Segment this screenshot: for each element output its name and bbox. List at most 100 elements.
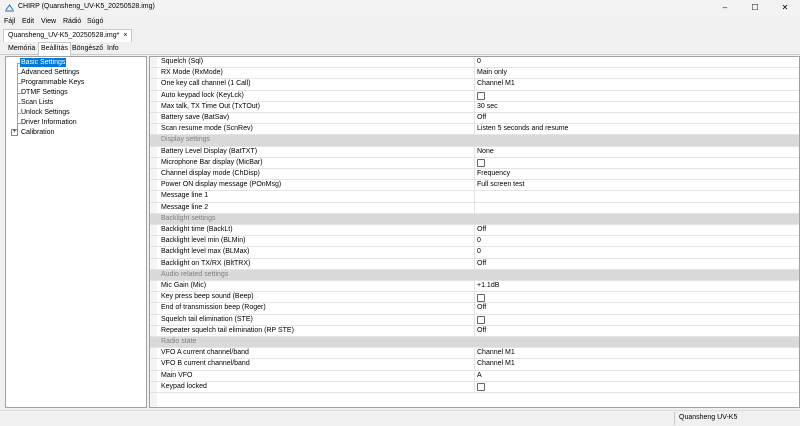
column-divider	[474, 258, 475, 269]
setting-row[interactable]: End of transmission beep (Roger) Off	[150, 303, 799, 315]
setting-row[interactable]: Battery save (BatSav) Off	[150, 113, 799, 125]
section-title: Display settings	[161, 136, 211, 144]
setting-row[interactable]: Auto keypad lock (KeyLck)	[150, 90, 799, 102]
setting-label: Microphone Bar display (MicBar)	[161, 158, 263, 166]
setting-value[interactable]: Off	[477, 326, 486, 336]
column-divider	[474, 79, 475, 90]
file-tab[interactable]: Quansheng_UV-K5_20250528.img* ×	[3, 29, 133, 42]
setting-value[interactable]: Full screen test	[477, 180, 524, 190]
setting-label: Repeater squelch tail elimination (RP ST…	[161, 326, 294, 334]
tab-settings[interactable]: Beállítás	[38, 42, 71, 56]
setting-row[interactable]: Keypad locked	[150, 381, 799, 393]
setting-row[interactable]: Squelch (Sql) 0	[150, 57, 799, 69]
tab-memory[interactable]: Memória	[6, 43, 37, 54]
tree-item-programmable-keys[interactable]: Programmable Keys	[21, 78, 84, 87]
title-bar: CHIRP (Quansheng_UV-K5_20250528.img) – ☐…	[0, 0, 800, 16]
column-divider	[474, 359, 475, 370]
setting-value[interactable]: Channel M1	[477, 348, 515, 358]
section-title: Audio related settings	[161, 270, 229, 278]
setting-label: Squelch (Sql)	[161, 58, 204, 65]
setting-row[interactable]: Message line 2	[150, 202, 799, 214]
menu-bar: Fájl Edit View Rádió Súgó	[0, 16, 800, 28]
setting-value[interactable]: 30 sec	[477, 102, 498, 112]
setting-label: Battery save (BatSav)	[161, 114, 230, 121]
tree-item-dtmf-settings[interactable]: DTMF Settings	[21, 88, 68, 97]
column-divider	[474, 348, 475, 359]
setting-value[interactable]: Listen 5 seconds and resume	[477, 124, 568, 134]
setting-checkbox[interactable]	[477, 92, 485, 101]
tree-item-unlock-settings[interactable]: Unlock Settings	[21, 108, 70, 117]
setting-value[interactable]: 0	[477, 247, 481, 257]
menu-radio[interactable]: Rádió	[63, 18, 81, 25]
setting-checkbox[interactable]	[477, 293, 485, 302]
close-button[interactable]: ✕	[770, 0, 800, 16]
setting-checkbox[interactable]	[477, 316, 485, 325]
setting-row[interactable]: Scan resume mode (ScnRev) Listen 5 second…	[150, 124, 799, 136]
tree-item-calibration[interactable]: Calibration	[21, 128, 54, 137]
setting-row[interactable]: Mic Gain (Mic) +1.1dB	[150, 281, 799, 293]
section-title: Radio state	[161, 338, 197, 345]
menu-file[interactable]: Fájl	[4, 18, 15, 25]
setting-value[interactable]: Frequency	[477, 169, 510, 179]
setting-value[interactable]: Main only	[477, 68, 507, 78]
setting-value[interactable]: 0	[477, 236, 481, 246]
setting-row[interactable]: VFO A current channel/band Channel M1	[150, 348, 799, 360]
setting-checkbox[interactable]	[477, 383, 485, 392]
setting-row[interactable]: One key call channel (1 Call) Channel M1	[150, 79, 799, 91]
tree-item-scan-lists[interactable]: Scan Lists	[21, 98, 53, 107]
tree-item-advanced-settings[interactable]: Advanced Settings	[21, 68, 79, 77]
settings-tabs: Memória Beállítás Böngésző Info	[0, 42, 800, 56]
tab-info[interactable]: Info	[105, 43, 121, 54]
setting-label: Backlight level min (BLMin)	[161, 237, 246, 245]
setting-row[interactable]: VFO B current channel/band Channel M1	[150, 359, 799, 371]
column-divider	[474, 113, 475, 124]
setting-value[interactable]: Channel M1	[477, 359, 515, 369]
setting-value[interactable]: Off	[477, 113, 486, 123]
expand-plus-icon[interactable]: +	[11, 129, 18, 136]
setting-row[interactable]: Power ON display message (POnMsg) Full sc…	[150, 180, 799, 192]
column-divider	[474, 180, 475, 191]
setting-value[interactable]: +1.1dB	[477, 281, 499, 291]
setting-value[interactable]: Off	[477, 259, 486, 269]
menu-help[interactable]: Súgó	[87, 18, 103, 25]
setting-row[interactable]: Backlight level min (BLMin) 0	[150, 236, 799, 248]
setting-label: VFO A current channel/band	[161, 349, 249, 357]
close-tab-icon[interactable]: ×	[123, 32, 127, 39]
setting-value[interactable]: A	[477, 371, 482, 381]
setting-row[interactable]: Microphone Bar display (MicBar)	[150, 157, 799, 169]
column-divider	[474, 157, 475, 168]
setting-label: Keypad locked	[161, 382, 207, 390]
setting-row[interactable]: Main VFO A	[150, 370, 799, 382]
setting-row[interactable]: Repeater squelch tail elimination (RP ST…	[150, 325, 799, 337]
menu-edit[interactable]: Edit	[22, 18, 34, 25]
tree-item-basic-settings[interactable]: Basic Settings	[20, 58, 67, 67]
setting-row[interactable]: Squelch tail elimination (STE)	[150, 314, 799, 326]
maximize-button[interactable]: ☐	[740, 0, 770, 16]
setting-row[interactable]: Battery Level Display (BatTXT) None	[150, 146, 799, 158]
tree-item-driver-information[interactable]: Driver Information	[21, 118, 77, 127]
setting-row[interactable]: Message line 1	[150, 191, 799, 203]
setting-row[interactable]: RX Mode (RxMode) Main only	[150, 68, 799, 80]
setting-value[interactable]: Off	[477, 225, 486, 235]
setting-row[interactable]: Max talk, TX Time Out (TxTOut) 30 sec	[150, 101, 799, 113]
setting-row[interactable]: Backlight on TX/RX (BltTRX) Off	[150, 258, 799, 270]
menu-view[interactable]: View	[41, 18, 56, 25]
tab-browser[interactable]: Böngésző	[70, 43, 105, 54]
setting-checkbox[interactable]	[477, 159, 485, 168]
setting-row[interactable]: Backlight time (BackLt) Off	[150, 225, 799, 237]
settings-tree: Basic Settings Advanced Settings Program…	[5, 56, 147, 408]
setting-label: Key press beep sound (Beep)	[161, 293, 254, 301]
setting-row[interactable]: Key press beep sound (Beep)	[150, 292, 799, 304]
column-divider	[474, 101, 475, 112]
setting-value[interactable]: 0	[477, 57, 481, 67]
column-divider	[474, 202, 475, 213]
setting-row[interactable]: Channel display mode (ChDisp) Frequency	[150, 169, 799, 181]
column-divider	[474, 303, 475, 314]
setting-label: VFO B current channel/band	[161, 360, 250, 368]
minimize-button[interactable]: –	[710, 0, 740, 16]
setting-value[interactable]: Off	[477, 303, 486, 313]
setting-value[interactable]: Channel M1	[477, 79, 515, 89]
setting-label: Backlight time (BackLt)	[161, 226, 233, 233]
setting-value[interactable]: None	[477, 147, 494, 157]
setting-row[interactable]: Backlight level max (BLMax) 0	[150, 247, 799, 259]
